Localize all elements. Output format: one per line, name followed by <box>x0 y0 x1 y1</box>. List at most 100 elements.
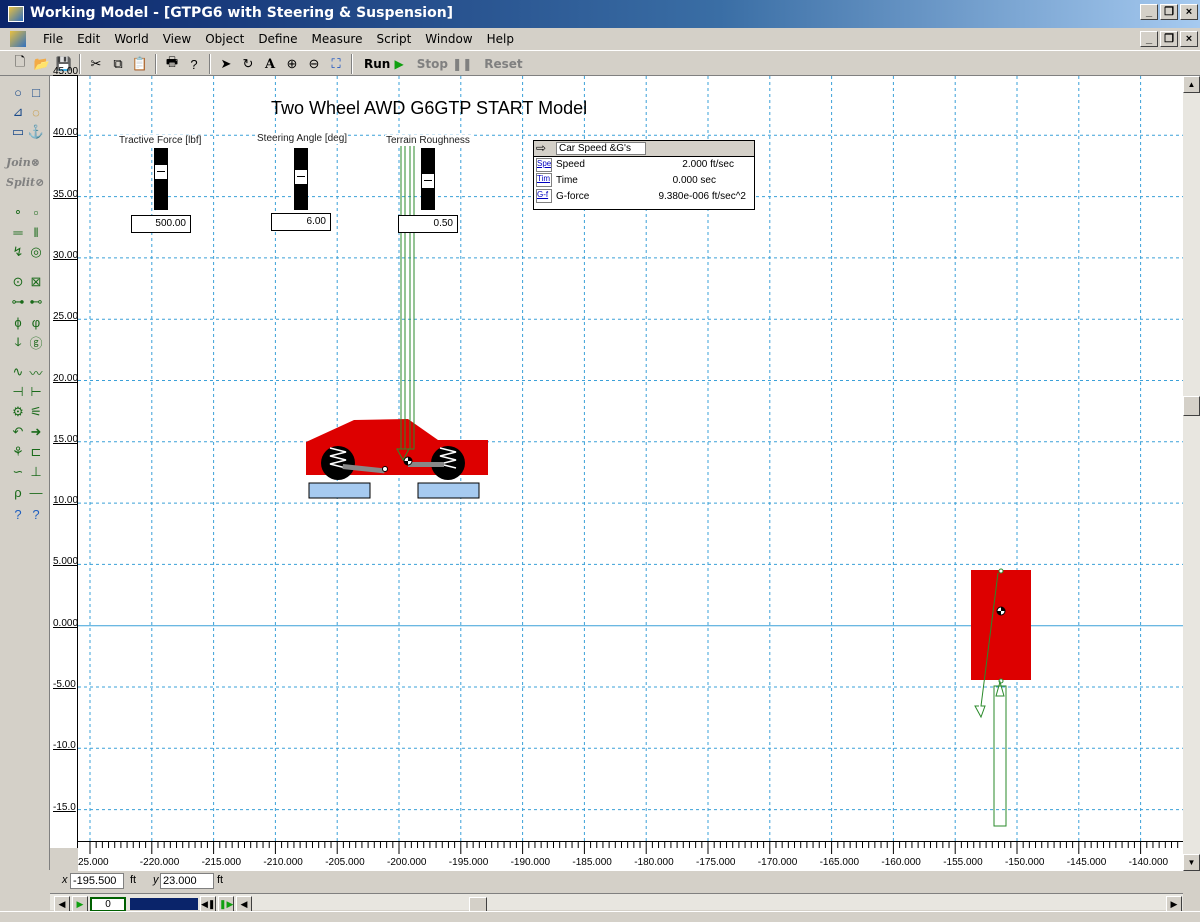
force-tool-icon[interactable]: ➜ <box>26 422 46 442</box>
open-folder-icon[interactable]: 📂 <box>32 54 52 74</box>
rope-tool-icon[interactable]: ⊢ <box>26 382 46 402</box>
torque-tool-icon[interactable]: ↶ <box>8 422 28 442</box>
rewind-icon[interactable]: ◀ <box>54 896 70 912</box>
curved-body-tool-icon[interactable]: ◌ <box>26 102 46 122</box>
closed-curve-joint-tool-icon[interactable]: ⓖ <box>26 332 46 352</box>
horizontal-scroll-thumb[interactable] <box>469 897 487 912</box>
point-tool-icon[interactable]: ∘ <box>8 202 28 222</box>
paste-icon[interactable]: 📋 <box>130 54 150 74</box>
steering-angle-value[interactable]: 6.00 <box>271 213 331 231</box>
split-button[interactable]: Split⊘ <box>6 176 44 189</box>
keyed-curved-joint-tool-icon[interactable]: φ <box>26 312 46 332</box>
steered-block[interactable] <box>971 570 1031 680</box>
help-pointer-tool-icon[interactable]: ? <box>26 504 46 524</box>
scroll-left-button[interactable]: ◀ <box>236 896 252 912</box>
drive-force-vector[interactable] <box>993 685 1007 827</box>
menu-edit[interactable]: Edit <box>70 31 107 47</box>
minimize-button[interactable]: _ <box>1140 4 1158 20</box>
menu-window[interactable]: Window <box>418 31 479 47</box>
play-forward-icon[interactable]: ▶ <box>72 896 88 912</box>
hint-tool-icon[interactable]: ? <box>8 504 28 524</box>
menu-object[interactable]: Object <box>198 31 251 47</box>
rotate-tool-icon[interactable]: ↻ <box>238 54 258 74</box>
print-icon[interactable]: 🖶 <box>162 54 182 74</box>
copy-icon[interactable]: ⧉ <box>108 54 128 74</box>
app-icon[interactable] <box>8 6 24 22</box>
slot-joint-tool-icon[interactable]: ⊶ <box>8 292 28 312</box>
pulley-tool-icon[interactable]: ⚟ <box>26 402 46 422</box>
document-icon[interactable] <box>10 31 26 47</box>
step-back-icon[interactable]: ◀❚ <box>200 896 216 912</box>
rectangle-tool-icon[interactable]: □ <box>26 82 46 102</box>
text-tool-icon[interactable]: A <box>260 54 280 74</box>
front-pivot-point[interactable] <box>382 466 388 472</box>
menu-script[interactable]: Script <box>369 31 418 47</box>
cut-icon[interactable]: ✂ <box>86 54 106 74</box>
menu-world[interactable]: World <box>107 31 155 47</box>
frame-slider[interactable] <box>130 898 198 910</box>
doc-minimize-button[interactable]: _ <box>1140 31 1158 47</box>
simulation-canvas[interactable]: Two Wheel AWD G6GTP START Model Tractive… <box>78 76 1183 841</box>
new-file-icon[interactable]: 🗋 <box>10 54 30 74</box>
front-wheel[interactable] <box>321 446 355 480</box>
terrain-roughness-slider-knob[interactable] <box>421 173 435 189</box>
car-speed-meter[interactable]: ⇨ Car Speed &G's Spe Speed 2.000 ft/sec … <box>533 140 755 210</box>
run-button[interactable]: Run ▶ <box>358 54 410 74</box>
restore-button[interactable]: ❐ <box>1160 4 1178 20</box>
close-button[interactable]: × <box>1180 4 1198 20</box>
closed-slot-tool-icon[interactable]: ◎ <box>26 242 46 262</box>
meter-tab-time[interactable]: Tim <box>536 173 552 187</box>
curved-slot-joint-tool-icon[interactable]: ϕ <box>8 312 28 332</box>
ground-pad-rear[interactable] <box>417 482 480 499</box>
x-coord-field[interactable]: -195.500 <box>70 873 124 889</box>
reset-button[interactable]: Reset <box>479 54 527 74</box>
meter-arrow-icon[interactable]: ⇨ <box>536 142 552 155</box>
vertical-scroll-thumb[interactable] <box>1183 396 1200 416</box>
rod-tool-icon[interactable]: ∽ <box>8 462 28 482</box>
scroll-up-button[interactable]: ▲ <box>1183 76 1200 93</box>
gear-tool-icon[interactable]: ⚙ <box>8 402 28 422</box>
meter-tab-speed[interactable]: Spe <box>536 158 552 172</box>
stop-button[interactable]: Stop ❚❚ <box>412 54 478 74</box>
anchor-tool-icon[interactable]: ⚓ <box>26 122 46 142</box>
menu-measure[interactable]: Measure <box>304 31 369 47</box>
arrow-tool-icon[interactable]: ➤ <box>216 54 236 74</box>
step-forward-icon[interactable]: ❚▶ <box>218 896 234 912</box>
join-button[interactable]: Join⊗ <box>6 156 40 169</box>
vertical-slot-tool-icon[interactable]: ‖ <box>26 222 46 242</box>
spring-tool-icon[interactable]: ∿ <box>8 362 28 382</box>
rigid-joint-tool-icon[interactable]: ⊠ <box>26 272 46 292</box>
tractive-force-slider[interactable] <box>154 148 168 210</box>
motor-tool-icon[interactable]: ⚘ <box>8 442 28 462</box>
square-point-tool-icon[interactable]: ▫ <box>26 202 46 222</box>
curve-joint-tool-icon[interactable]: ↆ <box>8 332 28 352</box>
steered-block-top-point[interactable] <box>998 568 1004 574</box>
rear-axle-link[interactable] <box>408 462 444 467</box>
actuator-tool-icon[interactable]: ⊏ <box>26 442 46 462</box>
steering-angle-slider-knob[interactable] <box>294 169 308 185</box>
menu-define[interactable]: Define <box>251 31 304 47</box>
spring-damper-tool-icon[interactable]: 〰 <box>26 362 46 382</box>
polygon-tool-icon[interactable]: ⊿ <box>8 102 28 122</box>
help-icon[interactable]: ? <box>184 54 204 74</box>
force-vector-car-b[interactable] <box>409 135 415 450</box>
vertical-scrollbar[interactable]: ▲ ▼ <box>1183 76 1200 871</box>
square-tool-icon[interactable]: ▭ <box>8 122 28 142</box>
scroll-down-button[interactable]: ▼ <box>1183 854 1200 871</box>
rotational-tool-icon[interactable]: ρ <box>8 482 28 502</box>
steering-angle-slider[interactable] <box>294 148 308 210</box>
keyed-slot-joint-tool-icon[interactable]: ⊷ <box>26 292 46 312</box>
menu-view[interactable]: View <box>156 31 198 47</box>
doc-close-button[interactable]: × <box>1180 31 1198 47</box>
zoom-out-icon[interactable]: ⊖ <box>304 54 324 74</box>
curved-slot-tool-icon[interactable]: ↯ <box>8 242 28 262</box>
menu-file[interactable]: File <box>36 31 70 47</box>
doc-restore-button[interactable]: ❐ <box>1160 31 1178 47</box>
line-tool-icon[interactable]: — <box>26 482 46 502</box>
tractive-force-slider-knob[interactable] <box>154 164 168 180</box>
meter-tab-gforce[interactable]: G-f <box>536 189 552 203</box>
terrain-roughness-slider[interactable] <box>421 148 435 210</box>
frame-counter[interactable]: 0 <box>90 897 126 912</box>
zoom-in-icon[interactable]: ⊕ <box>282 54 302 74</box>
damper-tool-icon[interactable]: ⊣ <box>8 382 28 402</box>
